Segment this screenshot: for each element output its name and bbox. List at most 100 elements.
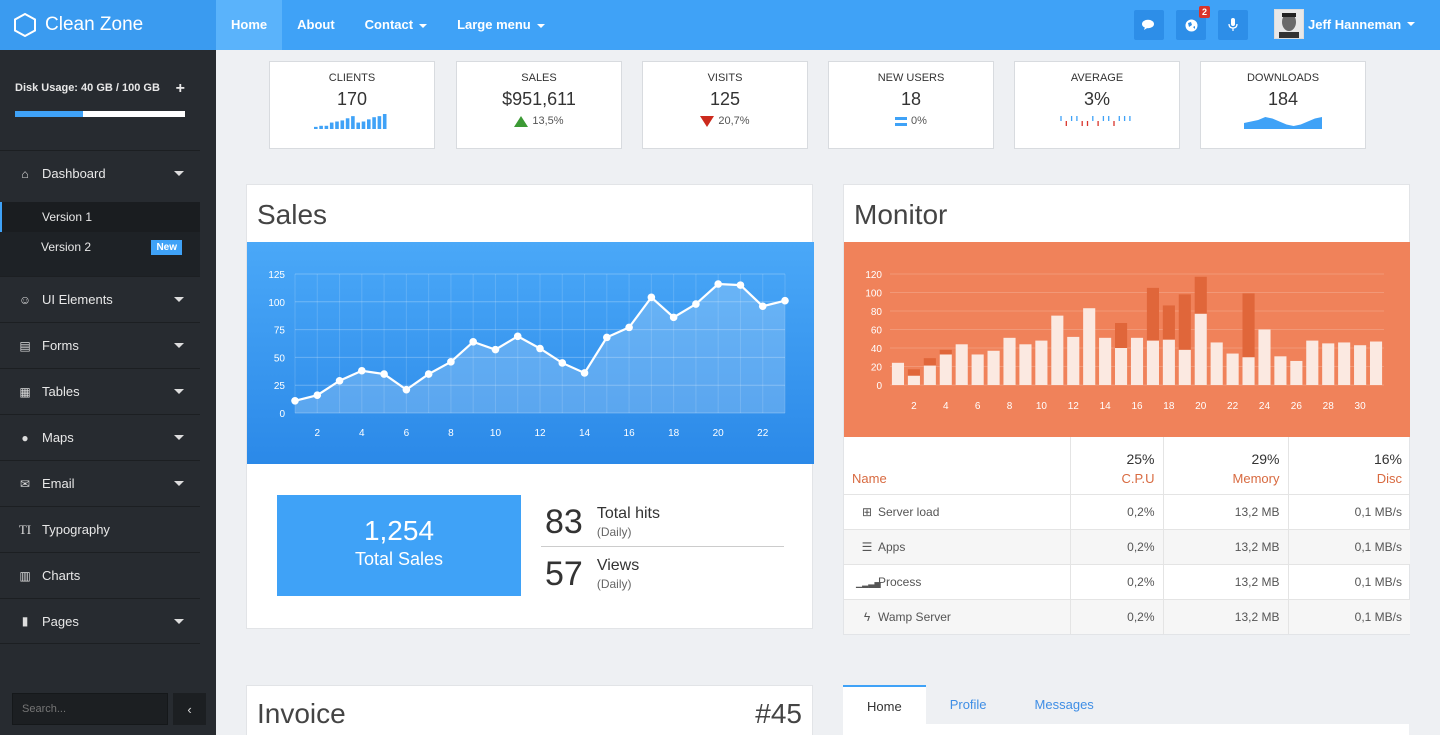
sales-line-chart: 0 25 50 75 100 125 2 4 6 8 10 12 14 16 18 20 22 bbox=[247, 242, 814, 464]
total-sales-label: Total Sales bbox=[354, 549, 444, 569]
nav-home[interactable]: Home bbox=[216, 0, 283, 50]
column-header-cpu: 25% C.P.U bbox=[1069, 437, 1163, 494]
panel-title: Invoice bbox=[257, 698, 346, 729]
stat-change: 20,7% bbox=[718, 115, 750, 127]
stat-card-average: AVERAGE 3% bbox=[1014, 61, 1180, 149]
bar-primary bbox=[1067, 336, 1080, 385]
spark-bar bbox=[367, 119, 371, 129]
spark-area bbox=[1244, 117, 1322, 129]
data-point bbox=[469, 338, 477, 346]
views-value: 57 bbox=[545, 555, 583, 593]
bar-primary bbox=[955, 344, 968, 385]
sparkline-area bbox=[1244, 117, 1322, 129]
column-header-memory: 29% Memory bbox=[1162, 437, 1288, 494]
row-memory: 13,2 MB bbox=[1162, 599, 1288, 634]
user-name: Jeff Hanneman bbox=[1308, 16, 1402, 32]
data-point bbox=[291, 396, 299, 405]
data-point bbox=[558, 359, 567, 367]
nav-about[interactable]: About bbox=[282, 0, 350, 50]
sidebar-item-label: Dashboard bbox=[42, 166, 106, 181]
server-icon: ☰ bbox=[861, 539, 873, 554]
row-name-label: Server load bbox=[878, 504, 940, 519]
total-hits-period: (Daily) bbox=[596, 524, 632, 539]
stat-label: AVERAGE bbox=[1070, 72, 1124, 84]
user-menu[interactable]: Jeff Hanneman bbox=[1274, 9, 1416, 39]
sidebar-item-typography[interactable]: TI Typography bbox=[0, 506, 200, 552]
data-point bbox=[424, 370, 433, 378]
submenu-item-label: Version 2 bbox=[41, 240, 92, 254]
panel-title: Sales bbox=[257, 199, 328, 230]
tab-label: Messages bbox=[1034, 697, 1094, 712]
x-tick-label: 18 bbox=[1163, 401, 1175, 412]
tab-home[interactable]: Home bbox=[843, 685, 926, 724]
data-point bbox=[491, 345, 500, 354]
search-input[interactable] bbox=[12, 693, 168, 725]
sidebar-item-label: Maps bbox=[42, 430, 74, 445]
tab-profile[interactable]: Profile bbox=[926, 685, 1011, 724]
bar-primary bbox=[1051, 315, 1064, 385]
microphone-button[interactable] bbox=[1218, 10, 1248, 40]
stat-card-new-users: NEW USERS 18 0% bbox=[828, 61, 994, 149]
spark-bar bbox=[345, 118, 350, 129]
tab-label: Home bbox=[867, 699, 902, 714]
y-tick-label: 125 bbox=[268, 270, 285, 281]
sidebar-item-email[interactable]: ✉ Email bbox=[0, 460, 200, 506]
views: 57 Views (Daily) bbox=[545, 555, 639, 594]
total-hits-label: Total hits bbox=[596, 504, 660, 522]
nav-large-menu[interactable]: Large menu bbox=[442, 0, 560, 50]
data-point bbox=[625, 323, 633, 332]
x-tick-label: 4 bbox=[943, 401, 949, 412]
chat-button[interactable] bbox=[1134, 10, 1164, 40]
submenu-item-version-2[interactable]: Version 2 New bbox=[0, 232, 200, 262]
tab-label: Profile bbox=[949, 697, 987, 712]
stat-label: NEW USERS bbox=[877, 72, 945, 84]
y-tick-label: 100 bbox=[865, 289, 882, 300]
divider bbox=[541, 546, 784, 547]
disk-usage-label: Disk Usage: 40 GB / 100 GB bbox=[15, 82, 160, 94]
tab-messages[interactable]: Messages bbox=[1011, 685, 1118, 724]
sidebar-item-dashboard[interactable]: ⌂ Dashboard bbox=[0, 150, 200, 196]
smile-icon: ☺ bbox=[18, 292, 32, 307]
brand[interactable]: Clean Zone bbox=[0, 0, 216, 50]
top-navbar: Clean Zone Home About Contact Large menu… bbox=[0, 0, 1440, 50]
disk-usage-fill bbox=[15, 111, 83, 117]
spark-bar bbox=[356, 122, 360, 129]
sidebar-item-pages[interactable]: ▮ Pages bbox=[0, 598, 200, 644]
spark-bar bbox=[324, 125, 329, 129]
y-tick-label: 25 bbox=[274, 381, 286, 392]
sidebar-item-label: Pages bbox=[42, 613, 79, 629]
sidebar-item-forms[interactable]: ▤ Forms bbox=[0, 322, 200, 368]
caret-down-icon bbox=[174, 297, 184, 302]
sidebar-item-maps[interactable]: ● Maps bbox=[0, 414, 200, 460]
avatar bbox=[1274, 9, 1304, 39]
x-tick-label: 12 bbox=[1068, 401, 1080, 412]
spark-bar bbox=[361, 121, 366, 129]
bar-primary bbox=[1306, 340, 1319, 385]
stat-card-visits: VISITS 125 20,7% bbox=[642, 61, 808, 149]
monitor-bar-chart: 0204060801001202 4 6 8 10 12 14 16 18 20 22 24 26 28 3… bbox=[844, 242, 1410, 437]
plus-icon[interactable]: + bbox=[176, 80, 185, 98]
row-disc: 0,1 MB/s bbox=[1287, 599, 1410, 634]
submenu-item-version-1[interactable]: Version 1 bbox=[0, 202, 200, 232]
nav-contact-label: Contact bbox=[364, 17, 414, 32]
sidebar-item-tables[interactable]: ▦ Tables bbox=[0, 368, 200, 414]
sidebar-item-label: Forms bbox=[42, 338, 79, 353]
bar-primary bbox=[1274, 356, 1287, 385]
table-row: ▁▂▃▅Process 0,2% 13,2 MB 0,1 MB/s bbox=[844, 564, 1410, 599]
bar-primary bbox=[1354, 345, 1367, 385]
sidebar-item-ui-elements[interactable]: ☺ UI Elements bbox=[0, 276, 200, 322]
data-point bbox=[758, 302, 767, 311]
invoice-number: #45 bbox=[755, 698, 802, 729]
row-cpu: 0,2% bbox=[1069, 494, 1163, 529]
x-tick-label: 18 bbox=[668, 428, 680, 439]
caret-down-icon bbox=[1407, 22, 1416, 26]
sidebar-item-charts[interactable]: ▥ Charts bbox=[0, 552, 200, 598]
globe-button[interactable]: 2 bbox=[1176, 6, 1210, 40]
x-tick-label: 20 bbox=[1195, 401, 1207, 412]
sidebar: Disk Usage: 40 GB / 100 GB + ⌂ Dashboard … bbox=[0, 50, 216, 735]
submenu-item-label: Version 1 bbox=[42, 210, 93, 224]
list-alt-icon: ▤ bbox=[19, 338, 31, 353]
collapse-sidebar-button[interactable]: ‹ bbox=[173, 693, 206, 725]
nav-contact[interactable]: Contact bbox=[350, 0, 442, 50]
x-tick-label: 6 bbox=[404, 428, 410, 439]
